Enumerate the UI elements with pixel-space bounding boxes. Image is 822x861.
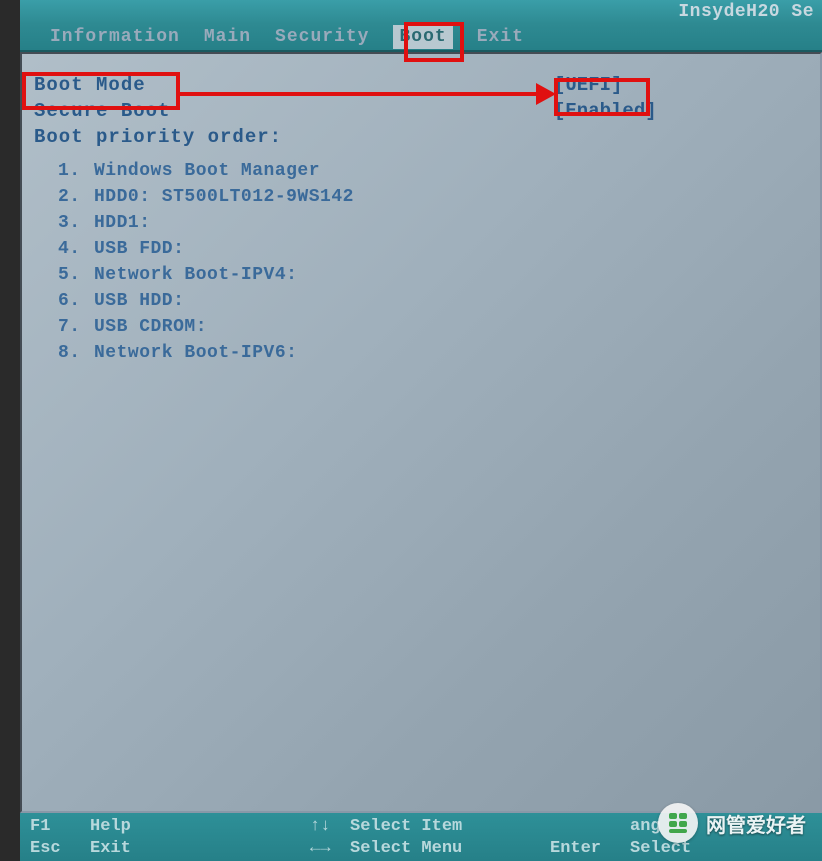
boot-item[interactable]: 2.HDD0: ST500LT012-9WS142 <box>58 184 820 210</box>
boot-item-label: Network Boot-IPV6: <box>94 343 297 363</box>
firmware-title: InsydeH20 Se <box>20 0 822 24</box>
menu-security[interactable]: Security <box>275 27 369 47</box>
boot-item[interactable]: 5.Network Boot-IPV4: <box>58 262 820 288</box>
boot-item-label: USB CDROM: <box>94 317 207 337</box>
boot-item-num: 8. <box>58 340 94 366</box>
watermark-text: 网管爱好者 <box>706 809 806 838</box>
updown-arrows-icon: ↑↓ <box>310 817 350 836</box>
title-text: InsydeH20 Se <box>678 2 814 22</box>
secure-boot-label: Secure Boot <box>34 100 554 122</box>
boot-item[interactable]: 4.USB FDD: <box>58 236 820 262</box>
secure-boot-value: [Enabled] <box>554 100 657 122</box>
boot-item-num: 4. <box>58 236 94 262</box>
menu-information[interactable]: Information <box>50 27 180 47</box>
boot-item-num: 7. <box>58 314 94 340</box>
footer-help-label: Help <box>90 817 310 836</box>
menu-exit[interactable]: Exit <box>477 27 524 47</box>
footer-select-item-label: Select Item <box>350 817 550 836</box>
footer-select-menu-label: Select Menu <box>350 839 550 858</box>
wechat-icon <box>658 803 698 843</box>
secure-boot-row[interactable]: Secure Boot [Enabled] <box>34 98 820 124</box>
footer-exit-label: Exit <box>90 839 310 858</box>
menu-boot[interactable]: Boot <box>393 25 452 49</box>
boot-item[interactable]: 8.Network Boot-IPV6: <box>58 340 820 366</box>
bios-screen: InsydeH20 Se Information Main Security B… <box>20 0 822 861</box>
boot-item-label: Windows Boot Manager <box>94 161 320 181</box>
boot-mode-label: Boot Mode <box>34 74 554 96</box>
menu-main[interactable]: Main <box>204 27 251 47</box>
boot-item-num: 6. <box>58 288 94 314</box>
boot-item-label: USB HDD: <box>94 291 184 311</box>
footer-change-label: ang <box>630 817 661 836</box>
boot-item-label: Network Boot-IPV4: <box>94 265 297 285</box>
menu-bar: Information Main Security Boot Exit <box>20 24 822 52</box>
leftright-arrows-icon: ←→ <box>310 839 350 858</box>
boot-item-num: 2. <box>58 184 94 210</box>
boot-item-label: USB FDD: <box>94 239 184 259</box>
boot-item-num: 5. <box>58 262 94 288</box>
footer-key-esc: Esc <box>30 839 90 858</box>
boot-item[interactable]: 1.Windows Boot Manager <box>58 158 820 184</box>
boot-mode-value: [UEFI] <box>554 74 622 96</box>
boot-item-label: HDD1: <box>94 213 151 233</box>
main-content: Boot Mode [UEFI] Secure Boot [Enabled] B… <box>20 52 822 813</box>
footer-key-enter: Enter <box>550 839 630 858</box>
boot-item[interactable]: 6.USB HDD: <box>58 288 820 314</box>
boot-priority-title: Boot priority order: <box>34 126 820 148</box>
watermark: 网管爱好者 <box>658 803 806 843</box>
boot-item-num: 1. <box>58 158 94 184</box>
footer-key-f1: F1 <box>30 817 90 836</box>
boot-item-num: 3. <box>58 210 94 236</box>
boot-mode-row[interactable]: Boot Mode [UEFI] <box>34 72 820 98</box>
boot-item[interactable]: 3.HDD1: <box>58 210 820 236</box>
boot-item[interactable]: 7.USB CDROM: <box>58 314 820 340</box>
boot-item-label: HDD0: ST500LT012-9WS142 <box>94 187 354 207</box>
boot-priority-list: 1.Windows Boot Manager 2.HDD0: ST500LT01… <box>34 158 820 366</box>
